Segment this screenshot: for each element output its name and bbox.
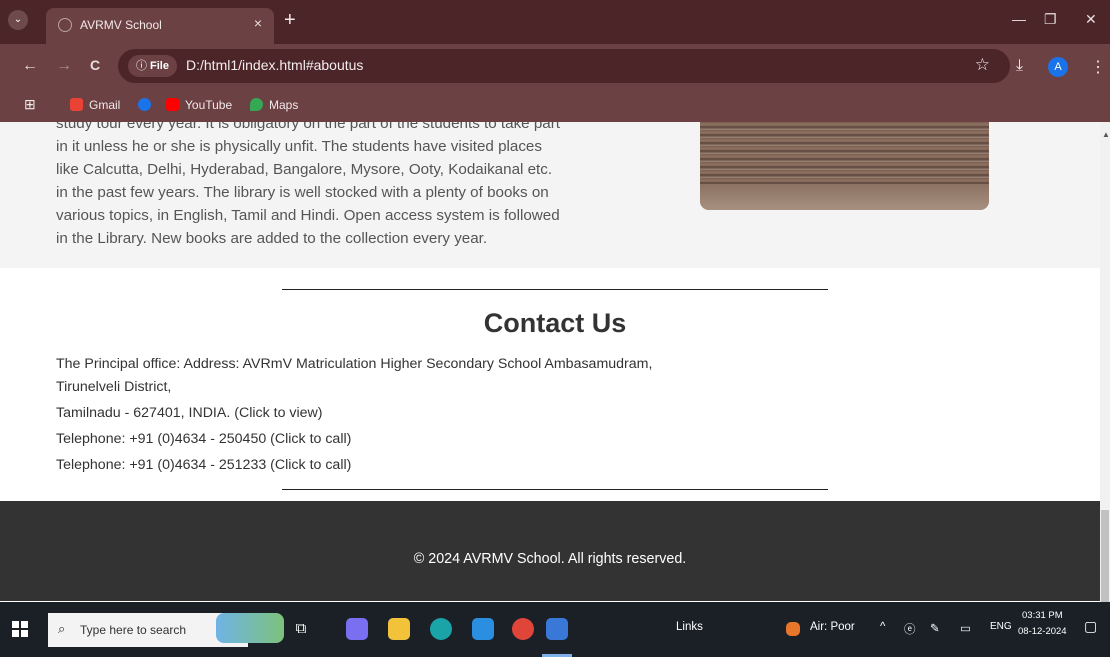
search-highlight-art-icon[interactable] bbox=[216, 613, 284, 643]
bookmark-star-icon[interactable]: ☆ bbox=[975, 55, 990, 75]
about-line: in the Library. New books are added to t… bbox=[56, 230, 488, 247]
bookmark-maps[interactable]: Maps bbox=[250, 98, 298, 112]
school-steps-image bbox=[700, 122, 989, 210]
brave-icon[interactable] bbox=[512, 618, 534, 640]
browser-toolbar: ← → C ⓘ File D:/html1/index.html#aboutus … bbox=[0, 44, 1110, 90]
language-indicator[interactable]: ENG bbox=[990, 621, 1012, 632]
tab-close-button[interactable]: × bbox=[254, 15, 262, 31]
address-map-link[interactable]: Tamilnadu - 627401, INDIA. (Click to vie… bbox=[56, 405, 323, 421]
about-line: various topics, in English, Tamil and Hi… bbox=[56, 207, 560, 224]
reload-button[interactable]: C bbox=[90, 57, 100, 73]
apps-grid-icon[interactable]: ⊞ bbox=[24, 96, 36, 113]
minimize-button[interactable]: — bbox=[1012, 11, 1026, 27]
vscode-icon[interactable] bbox=[472, 618, 494, 640]
divider-bottom bbox=[282, 489, 828, 490]
contact-title: Contact Us bbox=[483, 308, 627, 338]
profile-avatar[interactable]: A bbox=[1048, 57, 1068, 77]
file-label: File bbox=[150, 60, 169, 72]
about-paragraph: study tour every year. It is obligatory … bbox=[56, 122, 576, 250]
network-icon[interactable]: ▭ bbox=[960, 621, 971, 635]
page-scrollbar[interactable]: ▲ bbox=[1100, 122, 1110, 602]
windows-taskbar: ⌕ Type here to search ⧉ Links Air: Poor … bbox=[0, 602, 1110, 657]
bookmark-youtube[interactable]: YouTube bbox=[166, 98, 232, 112]
about-line: study tour every year. It is obligatory … bbox=[56, 122, 560, 132]
site-info-chip[interactable]: ⓘ File bbox=[128, 55, 177, 77]
bookmarks-bar: ⊞ Gmail YouTube Maps bbox=[0, 90, 1110, 123]
clock-time[interactable]: 03:31 PM bbox=[1022, 610, 1063, 621]
divider-top bbox=[282, 289, 828, 290]
phone-link-1[interactable]: Telephone: +91 (0)4634 - 250450 (Click t… bbox=[56, 431, 351, 447]
task-view-icon[interactable]: ⧉ bbox=[290, 618, 312, 640]
search-icon: ⌕ bbox=[58, 621, 66, 636]
air-quality-status[interactable]: Air: Poor bbox=[810, 621, 855, 633]
scroll-thumb[interactable] bbox=[1101, 510, 1109, 602]
pen-icon[interactable]: ✎ bbox=[930, 621, 940, 635]
about-line: in it unless he or she is physically unf… bbox=[56, 138, 542, 155]
windows-start-icon[interactable] bbox=[12, 621, 28, 637]
browser-titlebar: ⌄ AVRMV School × + — ❐ ✕ bbox=[0, 0, 1110, 44]
address-line: Tirunelveli District, bbox=[56, 379, 172, 395]
address-line: The Principal office: Address: AVRmV Mat… bbox=[56, 356, 653, 372]
notification-icon[interactable]: ▢ bbox=[1084, 618, 1097, 635]
address-bar[interactable]: ⓘ File D:/html1/index.html#aboutus ☆ bbox=[118, 49, 1010, 83]
tab-title: AVRMV School bbox=[80, 18, 162, 32]
taskbar-links-label[interactable]: Links bbox=[676, 621, 703, 633]
chevron-up-icon[interactable]: ^ bbox=[880, 621, 885, 633]
info-icon: ⓘ bbox=[136, 60, 147, 72]
back-button[interactable]: ← bbox=[22, 57, 38, 75]
bookmark-gmail[interactable]: Gmail bbox=[70, 98, 120, 112]
forward-button[interactable]: → bbox=[56, 57, 72, 75]
about-line: like Calcutta, Delhi, Hyderabad, Bangalo… bbox=[56, 161, 553, 178]
file-explorer-icon[interactable] bbox=[388, 618, 410, 640]
url-text[interactable]: D:/html1/index.html#aboutus bbox=[186, 57, 363, 73]
maximize-button[interactable]: ❐ bbox=[1044, 11, 1057, 28]
globe-favicon-icon bbox=[58, 18, 72, 32]
copilot-icon[interactable] bbox=[346, 618, 368, 640]
menu-kebab-icon[interactable]: ⋮ bbox=[1090, 57, 1106, 77]
edge-icon[interactable] bbox=[430, 618, 452, 640]
phone-link-2[interactable]: Telephone: +91 (0)4634 - 251233 (Click t… bbox=[56, 457, 351, 473]
youtube-icon bbox=[166, 98, 179, 111]
footer-copyright: © 2024 AVRMV School. All rights reserved… bbox=[413, 551, 687, 567]
blank-icon bbox=[138, 98, 151, 111]
maps-icon bbox=[250, 98, 263, 111]
site-footer: © 2024 AVRMV School. All rights reserved… bbox=[0, 501, 1100, 601]
tab-search-chevron-icon[interactable]: ⌄ bbox=[8, 10, 28, 30]
search-placeholder: Type here to search bbox=[80, 623, 187, 637]
close-window-button[interactable]: ✕ bbox=[1085, 11, 1097, 28]
about-line: in the past few years. The library is we… bbox=[56, 184, 549, 201]
gmail-icon bbox=[70, 98, 83, 111]
air-quality-icon bbox=[786, 622, 800, 636]
page-content: study tour every year. It is obligatory … bbox=[0, 122, 1100, 602]
new-tab-button[interactable]: + bbox=[284, 9, 296, 32]
meet-now-icon[interactable]: ⓔ bbox=[904, 621, 916, 637]
clock-date[interactable]: 08-12-2024 bbox=[1018, 626, 1067, 637]
bookmark-blank[interactable] bbox=[138, 98, 157, 112]
about-section: study tour every year. It is obligatory … bbox=[0, 122, 1100, 268]
scroll-up-icon[interactable]: ▲ bbox=[1102, 130, 1110, 139]
chrome-icon[interactable] bbox=[546, 618, 568, 640]
download-icon[interactable]: ⤓ bbox=[1016, 57, 1023, 75]
browser-tab[interactable]: AVRMV School × bbox=[46, 8, 274, 44]
